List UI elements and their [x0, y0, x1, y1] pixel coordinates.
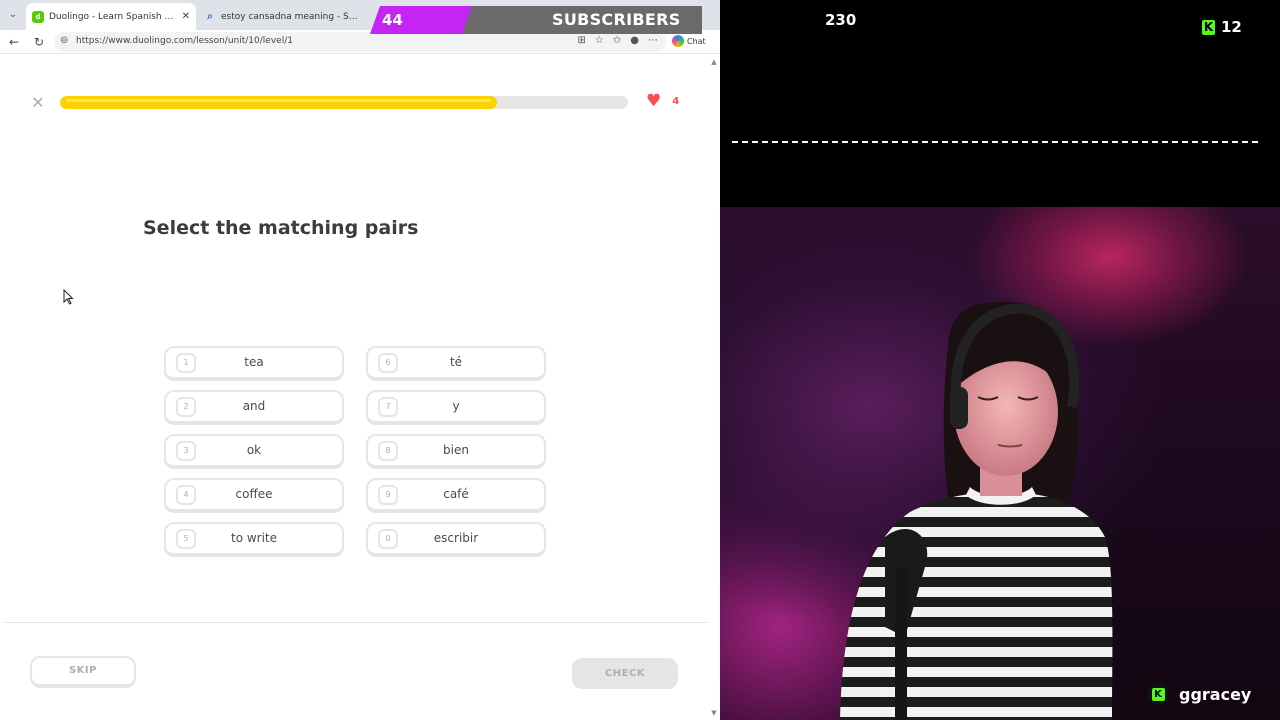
challenge-prompt: Select the matching pairs	[143, 217, 419, 239]
option-text: tea	[244, 355, 264, 369]
check-button[interactable]: CHECK	[572, 658, 678, 689]
favorite-icon[interactable]: ☆	[595, 35, 604, 46]
option-text: bien	[443, 443, 469, 457]
favorites-bar-icon[interactable]: ✩	[613, 35, 621, 46]
stream-screen: ⌄ d Duolingo - Learn Spanish with les ✕ …	[0, 0, 1280, 720]
matching-pairs-grid: 1 tea 6 té 2 and 7y 3 ok 8 bien 4 coffee 9 café…	[164, 346, 546, 557]
more-icon[interactable]: ⋯	[648, 35, 658, 46]
subscriber-count-box: 44	[370, 6, 476, 34]
pair-option-left[interactable]: 4 coffee	[164, 478, 344, 513]
close-lesson-icon[interactable]: ✕	[30, 95, 46, 111]
subscriber-label: SUBSCRIBERS	[552, 10, 681, 29]
close-tab-icon[interactable]: ✕	[182, 11, 190, 22]
pair-option-right[interactable]: 0 escribir	[366, 522, 546, 557]
mouse-cursor-icon	[63, 289, 74, 305]
option-text: café	[443, 487, 469, 501]
pair-option-left[interactable]: 2 and	[164, 390, 344, 425]
duolingo-favicon-icon: d	[32, 10, 44, 23]
option-text: y	[452, 399, 460, 413]
address-bar-actions: ⊞ ☆ ✩ ● ⋯	[578, 35, 658, 46]
kick-logo-icon: K	[1202, 19, 1215, 35]
pair-option-left[interactable]: 3 ok	[164, 434, 344, 469]
copilot-chat-button[interactable]: Chat	[672, 35, 706, 47]
address-bar[interactable]: ⊜ https://www.duolingo.com/lesson/unit/1…	[54, 32, 666, 52]
streamer-silhouette	[840, 302, 1113, 720]
page-scrollbar[interactable]: ▲ ▼	[708, 55, 720, 720]
browser-window: ⌄ d Duolingo - Learn Spanish with les ✕ …	[0, 0, 720, 720]
kick-count: 12	[1221, 18, 1242, 36]
dashed-divider	[732, 141, 1258, 143]
option-text: té	[449, 355, 463, 369]
heart-icon: ♥	[646, 91, 662, 111]
scroll-up-icon[interactable]: ▲	[710, 58, 718, 66]
viewer-count: 230	[825, 11, 857, 29]
kick-follower-counter: K 12	[1202, 18, 1242, 36]
tab-menu-icon[interactable]: ⌄	[4, 6, 22, 24]
pair-option-left[interactable]: 5 to write	[164, 522, 344, 557]
option-text: escribir	[433, 531, 479, 545]
chat-label: Chat	[687, 36, 706, 46]
back-icon[interactable]: ←	[6, 34, 22, 50]
pair-option-right[interactable]: 8 bien	[366, 434, 546, 469]
tab-search[interactable]: ⌕ estoy cansadna meaning - Search	[198, 3, 368, 30]
profile-icon[interactable]: ●	[630, 35, 639, 46]
scroll-down-icon[interactable]: ▼	[710, 709, 718, 717]
pair-option-right[interactable]: 6 té	[366, 346, 546, 381]
pair-option-right[interactable]: 7y	[366, 390, 546, 425]
pair-option-right[interactable]: 9 café	[366, 478, 546, 513]
search-favicon-icon: ⌕	[207, 10, 213, 22]
hearts-count: 4	[672, 96, 680, 107]
option-text: coffee	[235, 487, 273, 501]
footer-divider	[4, 622, 708, 623]
streamer-name: ggracey	[1179, 684, 1252, 704]
tab-title: estoy cansadna meaning - Search	[221, 11, 362, 22]
progress-fill	[60, 96, 498, 109]
progress-bar	[60, 96, 628, 109]
subscriber-count: 44	[382, 11, 403, 29]
hearts-indicator: ♥ 4	[646, 93, 679, 110]
kick-logo-icon: K	[1147, 683, 1169, 705]
tab-title: Duolingo - Learn Spanish with les	[49, 11, 178, 22]
tab-duolingo[interactable]: d Duolingo - Learn Spanish with les ✕	[26, 3, 196, 30]
copilot-icon	[672, 35, 684, 47]
streamer-name-tag: K ggracey	[1147, 683, 1251, 705]
subscriber-goal-banner: 44 SUBSCRIBERS	[370, 6, 720, 34]
webcam-feed	[720, 207, 1280, 720]
lesson-page: ✕ ♥ 4 Select the matching pairs 1 tea 6 té…	[0, 55, 720, 720]
url-text[interactable]: https://www.duolingo.com/lesson/unit/10/…	[76, 36, 293, 46]
split-screen-icon[interactable]: ⊞	[578, 35, 586, 46]
option-text: to write	[230, 531, 278, 545]
reload-icon[interactable]: ↻	[31, 34, 47, 50]
skip-button[interactable]: SKIP	[30, 656, 136, 688]
option-text: ok	[246, 443, 262, 457]
site-info-icon[interactable]: ⊜	[60, 35, 68, 46]
pair-option-left[interactable]: 1 tea	[164, 346, 344, 381]
stream-panel: 230 K 12 K ggracey	[720, 0, 1280, 720]
option-text: and	[242, 399, 266, 413]
